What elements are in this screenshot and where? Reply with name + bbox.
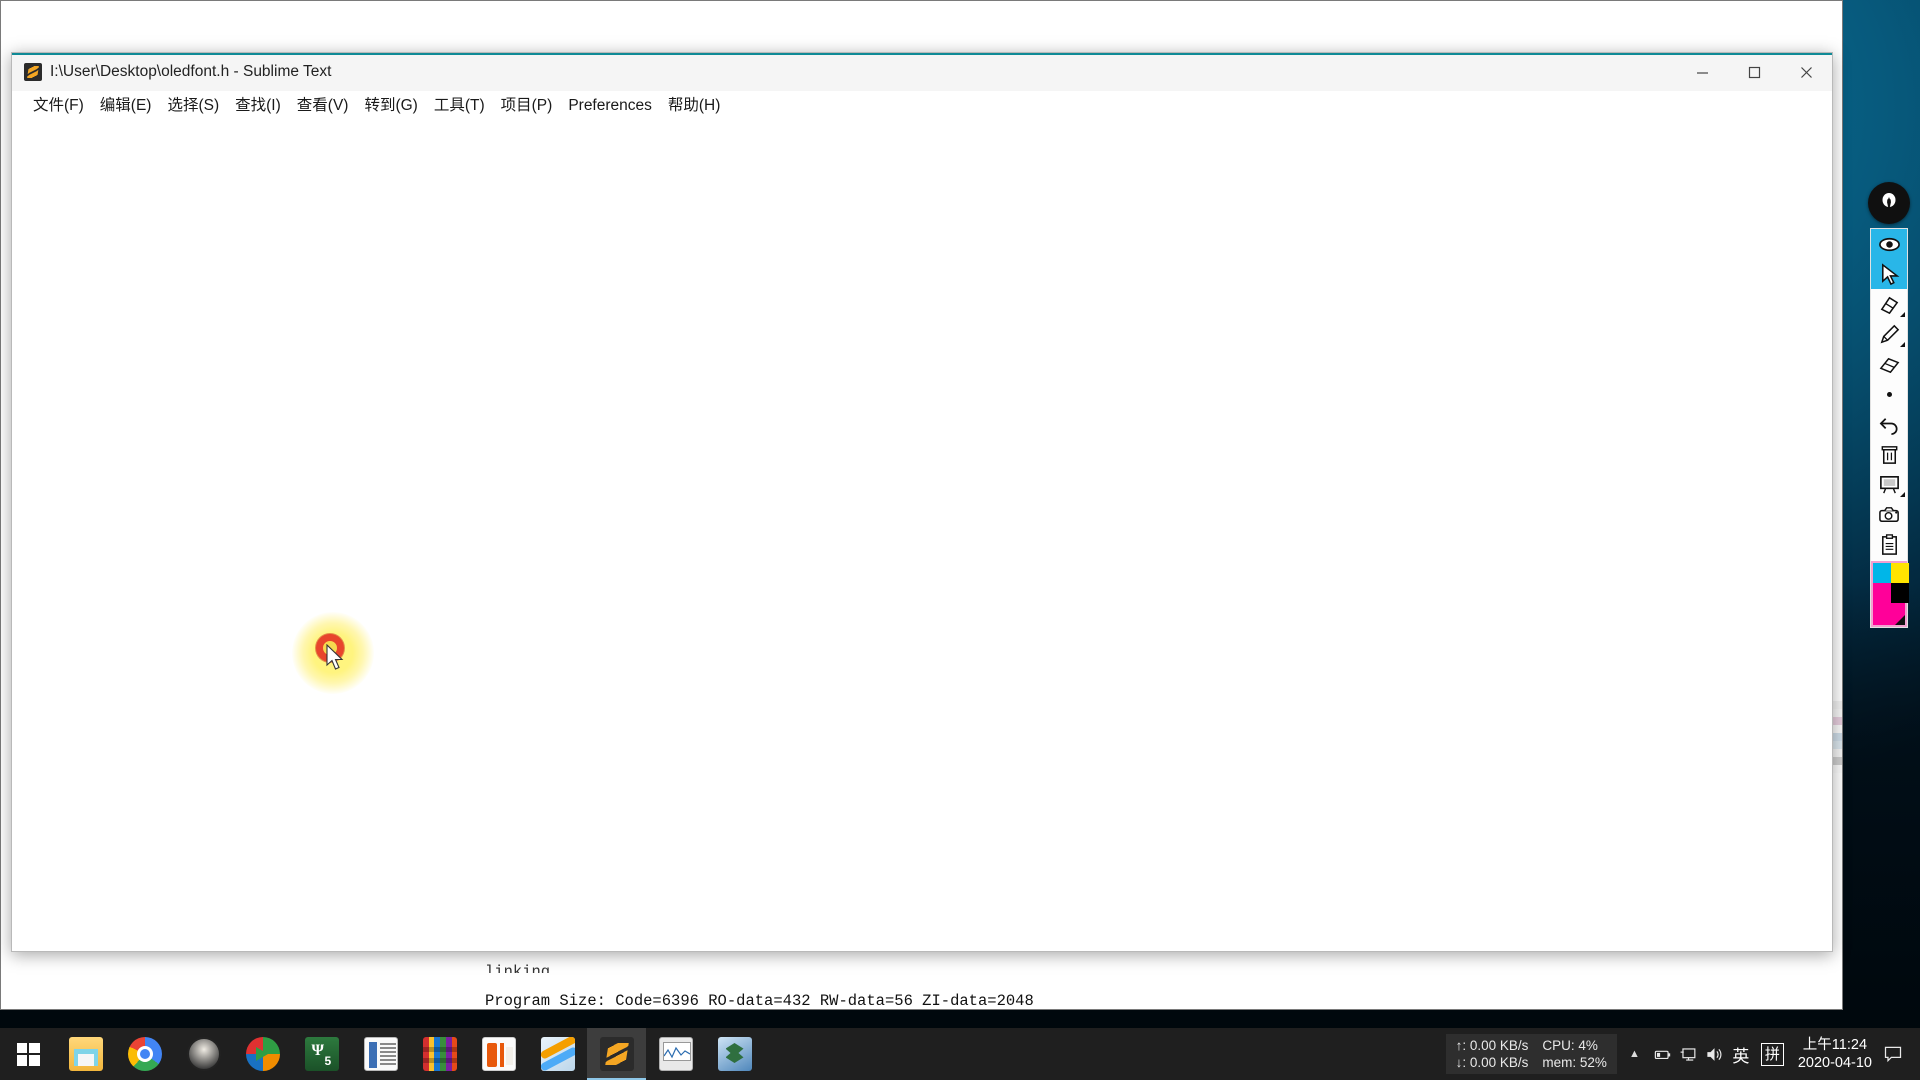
taskbar-text-document[interactable]	[351, 1028, 410, 1080]
window-controls	[1676, 53, 1832, 91]
sublime-text-taskbar-icon	[599, 1037, 634, 1071]
titlebar-accent-strip	[12, 53, 1832, 55]
taskbar-internet-download-manager[interactable]	[233, 1028, 292, 1080]
keil-uvision-icon	[540, 1037, 575, 1071]
ime-pinyin-indicator[interactable]: 拼	[1760, 1042, 1784, 1066]
menu-help[interactable]: 帮助(H)	[660, 94, 729, 118]
window-titlebar[interactable]: I:\User\Desktop\oledfont.h - Sublime Tex…	[12, 53, 1832, 91]
palette-black[interactable]	[1891, 583, 1909, 603]
menu-goto[interactable]: 转到(G)	[356, 94, 425, 118]
trash-icon[interactable]	[1871, 439, 1907, 469]
menu-find[interactable]: 查找(I)	[227, 94, 289, 118]
clock-date: 2020-04-10	[1797, 1055, 1872, 1071]
menu-preferences[interactable]: Preferences	[560, 94, 660, 118]
taskbar-keil-uvision[interactable]	[528, 1028, 587, 1080]
folder-icon	[68, 1037, 103, 1071]
maximize-icon[interactable]	[1728, 53, 1780, 91]
idm-globe-icon	[245, 1037, 280, 1071]
camera-screenshot-icon[interactable]	[1871, 499, 1907, 529]
winrar-icon	[422, 1037, 457, 1071]
menu-file[interactable]: 文件(F)	[25, 94, 92, 118]
menu-view[interactable]: 查看(V)	[289, 94, 357, 118]
cursor-pointer-icon[interactable]	[1871, 259, 1907, 289]
document-icon	[363, 1037, 398, 1071]
menu-tools[interactable]: 工具(T)	[426, 94, 493, 118]
network-tool-icon	[717, 1037, 752, 1071]
menu-project[interactable]: 项目(P)	[493, 94, 561, 118]
whiteboard-icon[interactable]	[1871, 469, 1907, 499]
menu-selection[interactable]: 选择(S)	[159, 94, 227, 118]
download-speed: ↓: 0.00 KB/s	[1455, 1055, 1529, 1070]
pencil-icon[interactable]	[1871, 319, 1907, 349]
sublime-editor-area[interactable]	[12, 121, 1832, 951]
portrait-photo-icon	[186, 1037, 221, 1071]
palette-expand-corner-icon[interactable]	[1895, 615, 1905, 625]
epic-pen-toolbar[interactable]	[1866, 182, 1912, 628]
sublime-text-icon	[24, 63, 42, 81]
menu-bar[interactable]: 文件(F) 编辑(E) 选择(S) 查找(I) 查看(V) 转到(G) 工具(T…	[12, 91, 1832, 121]
taskbar-network-tool[interactable]	[705, 1028, 764, 1080]
build-output-line-1: Program Size: Code=6396 RO-data=432 RW-d…	[485, 992, 1034, 1009]
performance-monitor-icon	[658, 1037, 693, 1071]
network-cpu-monitor[interactable]: ↑: 0.00 KB/s ↓: 0.00 KB/s CPU: 4% mem: 5…	[1445, 1034, 1617, 1074]
taskbar-file-explorer[interactable]	[56, 1028, 115, 1080]
taskbar-photo-viewer[interactable]	[174, 1028, 233, 1080]
minimize-icon[interactable]	[1676, 53, 1728, 91]
pen-tool-strip[interactable]	[1870, 228, 1909, 628]
windows-start-icon[interactable]	[0, 1028, 56, 1080]
windows-taskbar[interactable]: Ψ 5 ↑: 0.00 KB/s ↓: 0.00 KB/s CPU: 4% me…	[0, 1028, 1920, 1080]
sublime-text-window[interactable]: I:\User\Desktop\oledfont.h - Sublime Tex…	[11, 52, 1833, 952]
build-output-line-0: linking...	[485, 962, 579, 973]
clipboard-icon[interactable]	[1871, 529, 1907, 559]
battery-icon[interactable]	[1650, 1039, 1676, 1069]
cpu-usage: CPU: 4%	[1542, 1038, 1598, 1053]
taskbar-sublime-text[interactable]	[587, 1028, 646, 1080]
taskbar-monitor-tool[interactable]	[646, 1028, 705, 1080]
dot-brush-size-icon[interactable]	[1871, 379, 1907, 409]
network-monitor-icon[interactable]	[1676, 1039, 1702, 1069]
palette-cyan[interactable]	[1873, 563, 1891, 583]
taskbar-winrar[interactable]	[410, 1028, 469, 1080]
ime-language-indicator[interactable]: 英	[1728, 1042, 1754, 1067]
color-palette-swatch[interactable]	[1871, 561, 1909, 627]
close-icon[interactable]	[1780, 53, 1832, 91]
eraser-icon[interactable]	[1871, 349, 1907, 379]
volume-icon[interactable]	[1702, 1039, 1728, 1069]
menu-edit[interactable]: 编辑(E)	[92, 94, 160, 118]
taskbar-clock[interactable]: 上午11:24 2020-04-10	[1798, 1036, 1872, 1072]
epic-pen-logo-icon[interactable]	[1868, 182, 1910, 224]
undo-icon[interactable]	[1871, 409, 1907, 439]
chrome-icon	[127, 1037, 162, 1071]
notification-icon[interactable]	[1872, 1044, 1914, 1064]
palette-yellow[interactable]	[1891, 563, 1909, 583]
clock-time: 上午11:24	[1802, 1037, 1868, 1053]
visual-studio-icon: Ψ 5	[304, 1037, 339, 1071]
system-tray[interactable]: ↑: 0.00 KB/s ↓: 0.00 KB/s CPU: 4% mem: 5…	[1445, 1028, 1920, 1080]
office-app-icon	[481, 1037, 516, 1071]
window-title: I:\User\Desktop\oledfont.h - Sublime Tex…	[50, 63, 332, 80]
taskbar-visual-studio[interactable]: Ψ 5	[292, 1028, 351, 1080]
chevron-up-icon[interactable]: ▲	[1629, 1048, 1640, 1060]
eye-visibility-icon[interactable]	[1871, 229, 1907, 259]
highlighter-icon[interactable]	[1871, 289, 1907, 319]
taskbar-office-app[interactable]	[469, 1028, 528, 1080]
taskbar-chrome[interactable]	[115, 1028, 174, 1080]
memory-usage: mem: 52%	[1542, 1055, 1607, 1070]
upload-speed: ↑: 0.00 KB/s	[1455, 1038, 1529, 1053]
